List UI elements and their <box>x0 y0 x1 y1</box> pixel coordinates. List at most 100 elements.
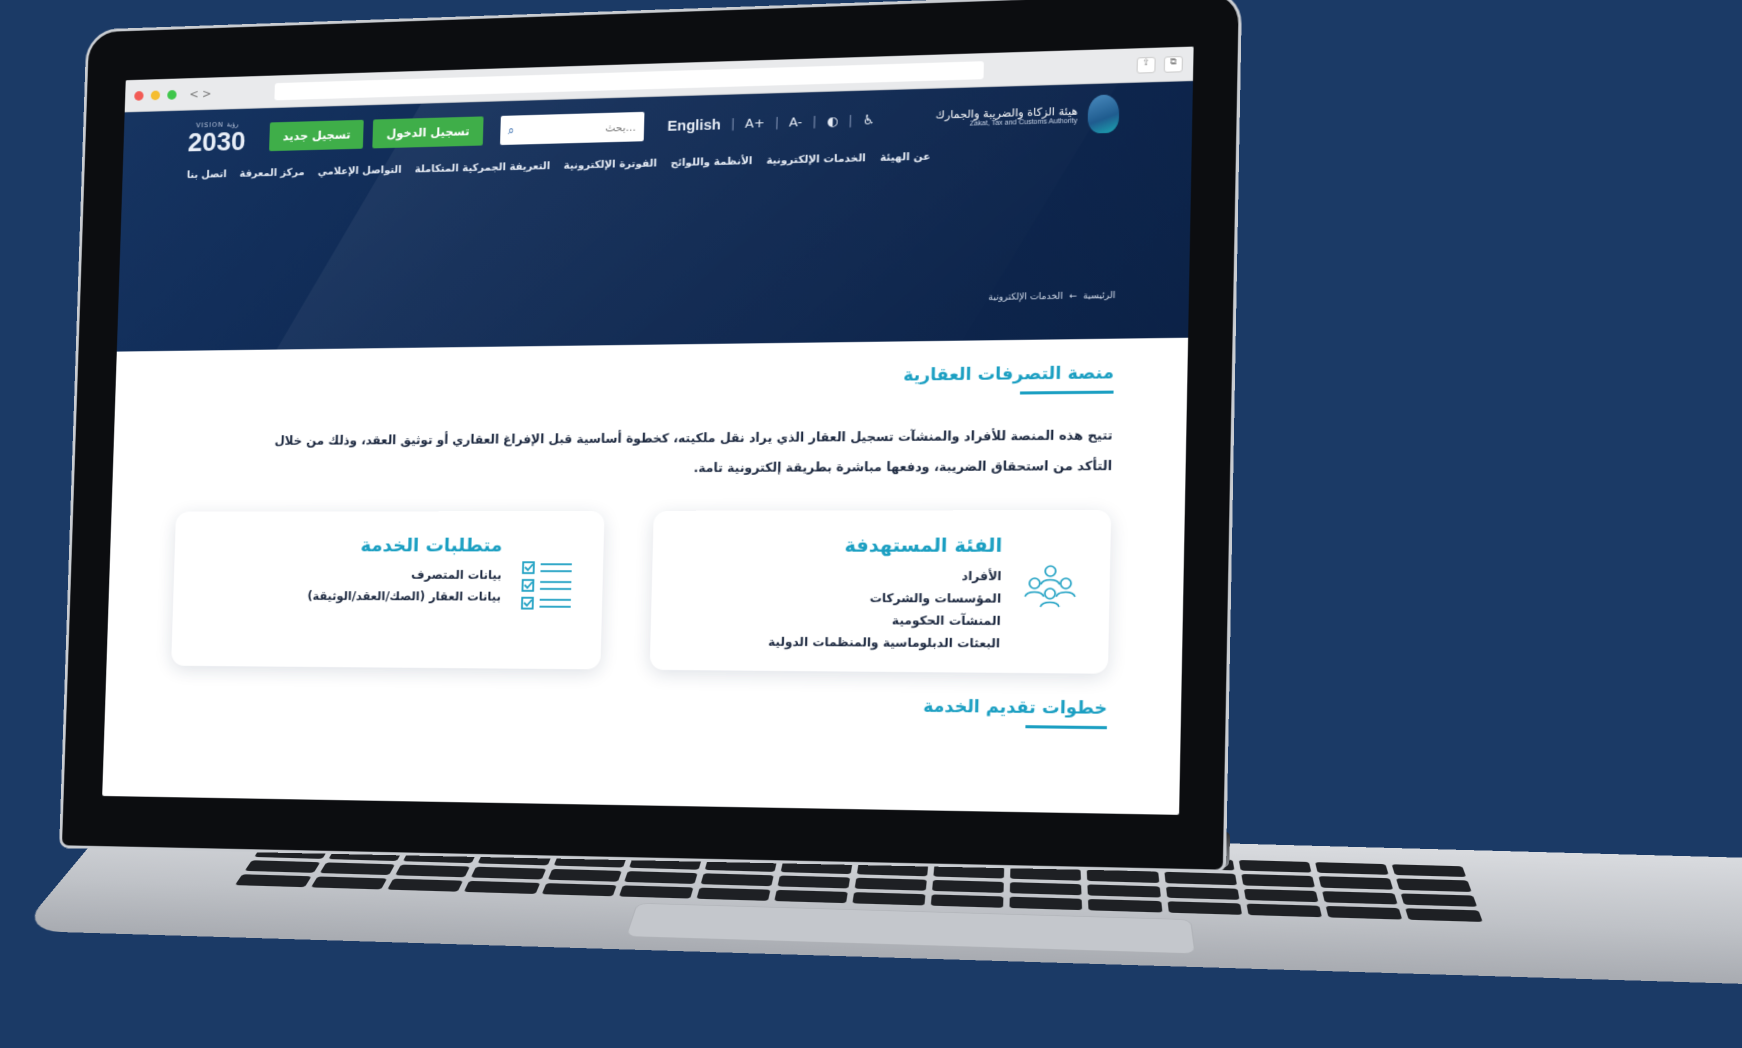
info-cards: الفئة المستهدفة الأفراد المؤسسات والشركا… <box>171 509 1112 674</box>
site-header: VISION رؤية 2030 تسجيل جديد تسجيل الدخول… <box>116 81 1193 352</box>
keyboard-key <box>1238 859 1312 873</box>
keyboard-key <box>547 868 622 882</box>
keyboard-key <box>541 882 617 897</box>
keyboard-key <box>311 876 388 890</box>
keyboard-key <box>1009 896 1083 911</box>
minimize-window-icon[interactable] <box>150 90 161 100</box>
keyboard-key <box>1246 903 1322 918</box>
keyboard-key <box>387 878 464 892</box>
checklist-icon <box>518 556 576 613</box>
list-item: المؤسسات والشركات <box>869 590 1002 606</box>
nav-item-eservices[interactable]: الخدمات الإلكترونية <box>766 152 866 166</box>
laptop-mockup: < > ⇪ ⧉ VISION رؤية 2030 تسجيل جديد تسجي… <box>19 0 1742 1048</box>
keyboard-key <box>696 887 771 901</box>
search-box[interactable]: ⌕ <box>499 111 645 146</box>
list-item: البعثات الدبلوماسية والمنظمات الدولية <box>768 634 1001 651</box>
people-group-icon <box>1019 557 1081 616</box>
keyboard-key <box>1087 884 1161 898</box>
list-item: بيانات العقار (الصك/العقد/الوثيقة) <box>307 589 502 604</box>
font-increase-button[interactable]: A+ <box>745 116 765 131</box>
keyboard-key <box>777 875 851 889</box>
keyboard-key <box>1088 898 1162 913</box>
keyboard-key <box>774 889 848 904</box>
target-audience-card: الفئة المستهدفة الأفراد المؤسسات والشركا… <box>649 509 1112 674</box>
keyboard-key <box>1405 908 1483 922</box>
breadcrumb-current: الخدمات الإلكترونية <box>988 291 1063 304</box>
breadcrumb: الرئيسية ← الخدمات الإلكترونية <box>988 291 1115 303</box>
target-audience-title: الفئة المستهدفة <box>844 534 1003 557</box>
keyboard-key <box>319 862 396 875</box>
keyboard-key <box>932 879 1005 893</box>
zatca-logo-icon <box>1087 94 1120 134</box>
contrast-icon[interactable]: ◐ <box>827 114 839 129</box>
search-icon[interactable]: ⌕ <box>508 123 515 138</box>
keyboard-key <box>1163 871 1237 885</box>
keyboard-key <box>623 870 698 884</box>
maximize-window-icon[interactable] <box>167 89 177 100</box>
laptop-lid: < > ⇪ ⧉ VISION رؤية 2030 تسجيل جديد تسجي… <box>59 0 1243 873</box>
keyboard-key <box>471 866 546 880</box>
divider: | <box>812 114 817 130</box>
keyboard-key <box>1167 901 1242 915</box>
keyboard-key <box>930 894 1004 908</box>
keyboard-key <box>395 864 471 878</box>
keyboard-key <box>618 885 694 899</box>
keyboard-key <box>852 891 926 906</box>
laptop-bezel: < > ⇪ ⧉ VISION رؤية 2030 تسجيل جديد تسجي… <box>59 0 1243 873</box>
target-audience-body: الفئة المستهدفة الأفراد المؤسسات والشركا… <box>768 534 1003 655</box>
nav-item-regulations[interactable]: الأنظمة واللوائح <box>670 155 752 169</box>
close-window-icon[interactable] <box>134 90 144 101</box>
keyboard-key <box>700 873 774 887</box>
nav-item-contact[interactable]: اتصل بنا <box>187 168 227 180</box>
language-toggle[interactable]: English <box>667 116 721 134</box>
service-requirements-card: متطلبات الخدمة بيانات المتصرف بيانات الع… <box>171 510 605 670</box>
nav-item-knowledge-center[interactable]: مركز المعرفة <box>239 167 304 180</box>
nav-item-einvoicing[interactable]: الفوترة الإلكترونية <box>564 158 657 172</box>
breadcrumb-arrow-icon: ← <box>1068 291 1078 302</box>
search-input[interactable] <box>538 120 637 136</box>
divider: | <box>774 115 780 131</box>
brand[interactable]: هيئة الزكاة والضريبة والجمارك Zakat, Tax… <box>935 94 1120 137</box>
service-description: تتيح هذه المنصة للأفراد والمنشآت تسجيل ا… <box>274 427 1113 475</box>
accessibility-icon[interactable]: ♿ <box>863 113 875 128</box>
list-item: الأفراد <box>961 568 1002 584</box>
keyboard-key <box>244 859 321 873</box>
nav-item-about[interactable]: عن الهيئة <box>880 151 931 164</box>
browser-nav-arrows[interactable]: < > <box>189 87 212 101</box>
brand-text: هيئة الزكاة والضريبة والجمارك Zakat, Tax… <box>935 105 1077 129</box>
keyboard-key <box>1240 874 1315 888</box>
keyboard-key <box>1165 886 1240 900</box>
laptop-screen: < > ⇪ ⧉ VISION رؤية 2030 تسجيل جديد تسجي… <box>102 46 1194 815</box>
divider: | <box>848 113 853 129</box>
keyboard-key <box>234 874 312 888</box>
steps-section-title: خطوات تقديم الخدمة <box>923 697 1108 730</box>
keyboard-key <box>1321 890 1398 905</box>
keyboard-key <box>1391 864 1467 878</box>
share-icon[interactable]: ⇪ <box>1136 56 1156 74</box>
register-button[interactable]: تسجيل جديد <box>269 119 365 152</box>
accessibility-tools: English | A+ | A- | ◐ | ♿ <box>667 112 874 134</box>
keyboard-key <box>1400 893 1478 907</box>
keyboard-key <box>1243 888 1319 903</box>
font-decrease-button[interactable]: A- <box>789 115 803 130</box>
service-requirements-title: متطلبات الخدمة <box>360 534 503 557</box>
vision-year: 2030 <box>187 125 246 158</box>
breadcrumb-home[interactable]: الرئيسية <box>1083 291 1116 302</box>
login-button[interactable]: تسجيل الدخول <box>372 116 484 149</box>
service-requirements-body: متطلبات الخدمة بيانات المتصرف بيانات الع… <box>307 534 503 608</box>
divider: | <box>730 116 736 132</box>
keyboard-key <box>464 880 540 894</box>
page-title: منصة التصرفات العقارية <box>903 363 1114 396</box>
keyboard-key <box>1087 869 1159 883</box>
keyboard-key <box>1010 881 1082 896</box>
keyboard-key <box>1318 876 1393 890</box>
list-item: بيانات المتصرف <box>410 567 502 582</box>
list-item: المنشآت الحكومية <box>891 613 1001 629</box>
nav-item-media[interactable]: التواصل الإعلامي <box>318 164 402 178</box>
tabs-icon[interactable]: ⧉ <box>1163 55 1183 73</box>
keyboard-key <box>1395 878 1472 892</box>
target-audience-list: الأفراد المؤسسات والشركات المنشآت الحكوم… <box>768 565 1002 655</box>
keyboard-key <box>854 877 927 891</box>
vision-2030-logo: VISION رؤية 2030 <box>187 120 246 158</box>
keyboard-key <box>1314 862 1389 875</box>
